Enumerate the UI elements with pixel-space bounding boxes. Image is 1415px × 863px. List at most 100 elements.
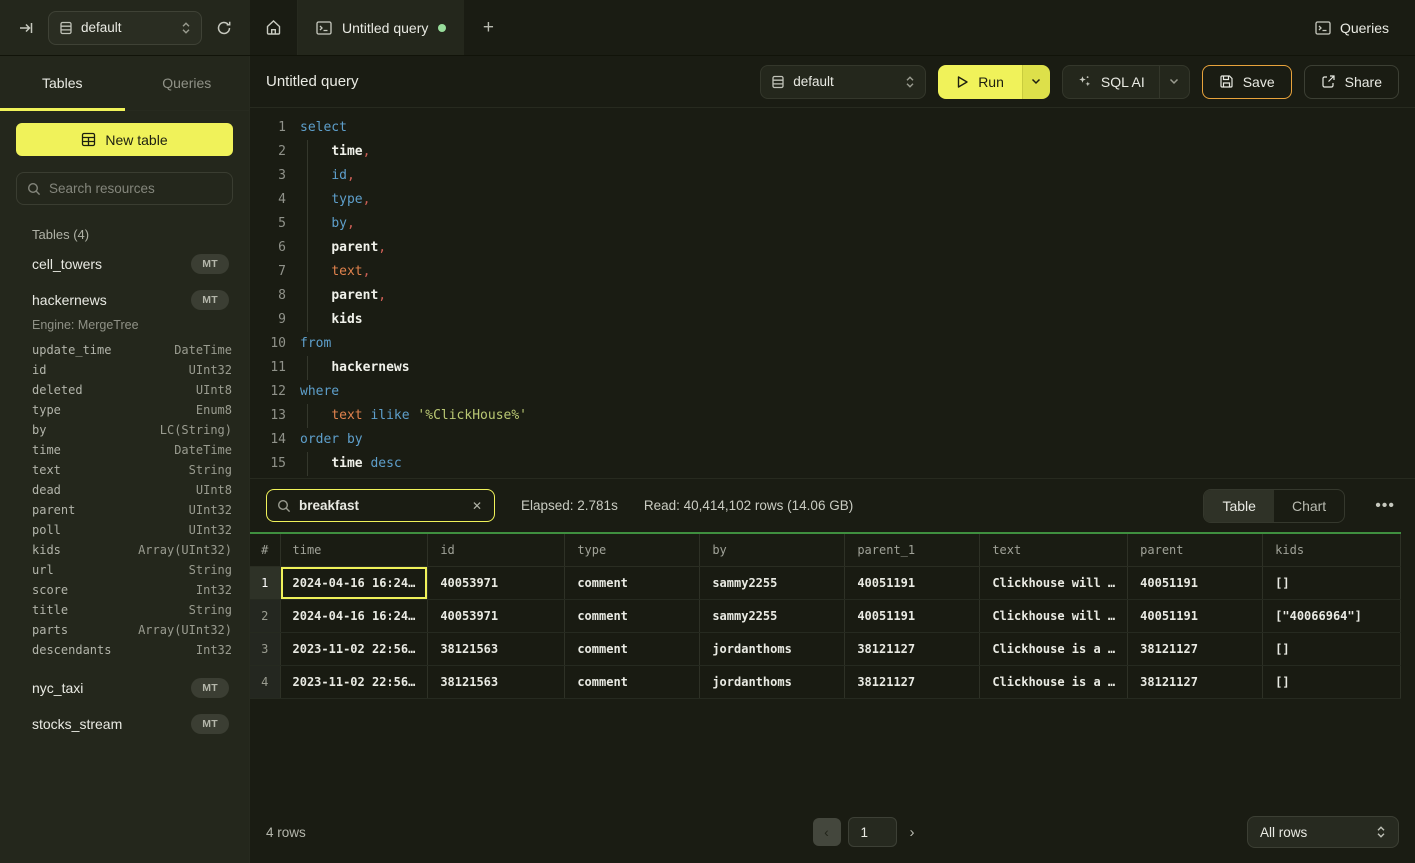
table-cell[interactable]: Clickhouse will … — [980, 566, 1128, 599]
table-cell[interactable]: 40051191 — [1128, 566, 1263, 599]
sidebar-table-cell_towers[interactable]: cell_towersMT — [16, 246, 233, 282]
table-cell[interactable]: 38121563 — [428, 665, 565, 698]
engine-badge: MT — [191, 714, 229, 734]
table-cell[interactable]: [] — [1263, 566, 1401, 599]
sidebar-table-nyc_taxi[interactable]: nyc_taxiMT — [16, 670, 233, 706]
database-selector[interactable]: default — [48, 11, 202, 45]
table-cell[interactable]: comment — [565, 632, 700, 665]
column-header-parent_1[interactable]: parent_1 — [845, 533, 980, 566]
table-cell[interactable]: 38121127 — [845, 665, 980, 698]
line-number: 7 — [250, 260, 286, 284]
sidebar-table-hackernews[interactable]: hackernewsMT — [16, 282, 233, 318]
code-line-3[interactable]: 3 id, — [250, 164, 1415, 188]
queries-button[interactable]: Queries — [1289, 0, 1415, 55]
table-cell[interactable]: comment — [565, 566, 700, 599]
unsaved-indicator-dot — [438, 24, 446, 32]
code-line-12[interactable]: 12where — [250, 380, 1415, 404]
sql-editor[interactable]: 1select2 time,3 id,4 type,5 by,6 parent,… — [250, 108, 1415, 478]
column-header-kids[interactable]: kids — [1263, 533, 1401, 566]
save-icon — [1219, 74, 1234, 89]
table-cell[interactable]: jordanthoms — [700, 632, 845, 665]
query-database-selector[interactable]: default — [760, 65, 926, 99]
code-line-11[interactable]: 11 hackernews — [250, 356, 1415, 380]
code-line-6[interactable]: 6 parent, — [250, 236, 1415, 260]
table-cell[interactable]: 2023-11-02 22:56… — [280, 632, 428, 665]
save-button[interactable]: Save — [1202, 65, 1292, 99]
sql-ai-button[interactable]: SQL AI — [1063, 66, 1159, 98]
table-cell[interactable]: 40053971 — [428, 566, 565, 599]
results-search-input[interactable] — [299, 498, 462, 513]
code-line-4[interactable]: 4 type, — [250, 188, 1415, 212]
refresh-icon[interactable] — [212, 16, 236, 40]
code-line-5[interactable]: 5 by, — [250, 212, 1415, 236]
table-cell[interactable]: Clickhouse is a … — [980, 665, 1128, 698]
table-cell[interactable]: jordanthoms — [700, 665, 845, 698]
clear-search-icon[interactable]: ✕ — [470, 499, 484, 513]
table-cell[interactable]: 40051191 — [845, 599, 980, 632]
table-cell[interactable]: sammy2255 — [700, 566, 845, 599]
column-name: text — [32, 463, 61, 477]
row-number[interactable]: 4 — [250, 665, 280, 698]
code-line-9[interactable]: 9 kids — [250, 308, 1415, 332]
view-toggle-chart[interactable]: Chart — [1274, 490, 1344, 522]
more-options-icon[interactable]: ••• — [1371, 497, 1399, 515]
tables-list: cell_towersMThackernewsMTEngine: MergeTr… — [16, 246, 233, 742]
code-line-15[interactable]: 15 time desc — [250, 452, 1415, 476]
table-cell[interactable]: 2024-04-16 16:24… — [280, 566, 428, 599]
code-line-14[interactable]: 14order by — [250, 428, 1415, 452]
home-button[interactable] — [250, 0, 298, 55]
table-cell[interactable]: comment — [565, 599, 700, 632]
row-number[interactable]: 3 — [250, 632, 280, 665]
table-cell[interactable]: 38121127 — [1128, 665, 1263, 698]
column-header-text[interactable]: text — [980, 533, 1128, 566]
table-cell[interactable]: 38121563 — [428, 632, 565, 665]
column-header-type[interactable]: type — [565, 533, 700, 566]
new-table-button[interactable]: New table — [16, 123, 233, 156]
column-header-by[interactable]: by — [700, 533, 845, 566]
row-number[interactable]: 1 — [250, 566, 280, 599]
table-cell[interactable]: ["40066964"] — [1263, 599, 1401, 632]
table-cell[interactable]: Clickhouse will … — [980, 599, 1128, 632]
table-cell[interactable]: 40053971 — [428, 599, 565, 632]
sidebar-table-stocks_stream[interactable]: stocks_streamMT — [16, 706, 233, 742]
column-header-parent[interactable]: parent — [1128, 533, 1263, 566]
code-line-7[interactable]: 7 text, — [250, 260, 1415, 284]
column-header-id[interactable]: id — [428, 533, 565, 566]
row-number[interactable]: 2 — [250, 599, 280, 632]
table-cell[interactable]: sammy2255 — [700, 599, 845, 632]
column-name: id — [32, 363, 46, 377]
code-line-2[interactable]: 2 time, — [250, 140, 1415, 164]
table-cell[interactable]: [] — [1263, 665, 1401, 698]
table-cell[interactable]: 2024-04-16 16:24… — [280, 599, 428, 632]
table-cell[interactable]: comment — [565, 665, 700, 698]
tab-untitled-query[interactable]: Untitled query — [298, 0, 464, 55]
table-cell[interactable]: 38121127 — [1128, 632, 1263, 665]
table-cell[interactable]: [] — [1263, 632, 1401, 665]
table-cell[interactable]: 40051191 — [1128, 599, 1263, 632]
table-cell[interactable]: Clickhouse is a … — [980, 632, 1128, 665]
page-size-selector[interactable]: All rows — [1247, 816, 1399, 848]
code-line-13[interactable]: 13 text ilike '%ClickHouse%' — [250, 404, 1415, 428]
view-toggle-table[interactable]: Table — [1204, 490, 1273, 522]
sidebar-search-input[interactable] — [49, 181, 226, 196]
column-header-time[interactable]: time — [280, 533, 428, 566]
code-line-1[interactable]: 1select — [250, 116, 1415, 140]
code-line-8[interactable]: 8 parent, — [250, 284, 1415, 308]
sidebar-tab-tables[interactable]: Tables — [0, 56, 125, 110]
prev-page-button[interactable]: ‹ — [813, 818, 841, 846]
code-line-10[interactable]: 10from — [250, 332, 1415, 356]
new-tab-button[interactable]: + — [464, 0, 512, 55]
table-cell[interactable]: 2023-11-02 22:56… — [280, 665, 428, 698]
table-cell[interactable]: 38121127 — [845, 632, 980, 665]
page-number-input[interactable]: 1 — [848, 817, 897, 847]
share-button[interactable]: Share — [1304, 65, 1399, 99]
run-button[interactable]: Run — [938, 65, 1022, 99]
sql-ai-options-button[interactable] — [1159, 66, 1189, 98]
run-options-button[interactable] — [1022, 65, 1050, 99]
collapse-sidebar-icon[interactable] — [14, 16, 38, 40]
line-number: 12 — [250, 380, 286, 404]
sidebar-tab-queries[interactable]: Queries — [125, 56, 250, 110]
column-header-#[interactable]: # — [250, 533, 280, 566]
next-page-button[interactable]: › — [904, 824, 921, 841]
table-cell[interactable]: 40051191 — [845, 566, 980, 599]
